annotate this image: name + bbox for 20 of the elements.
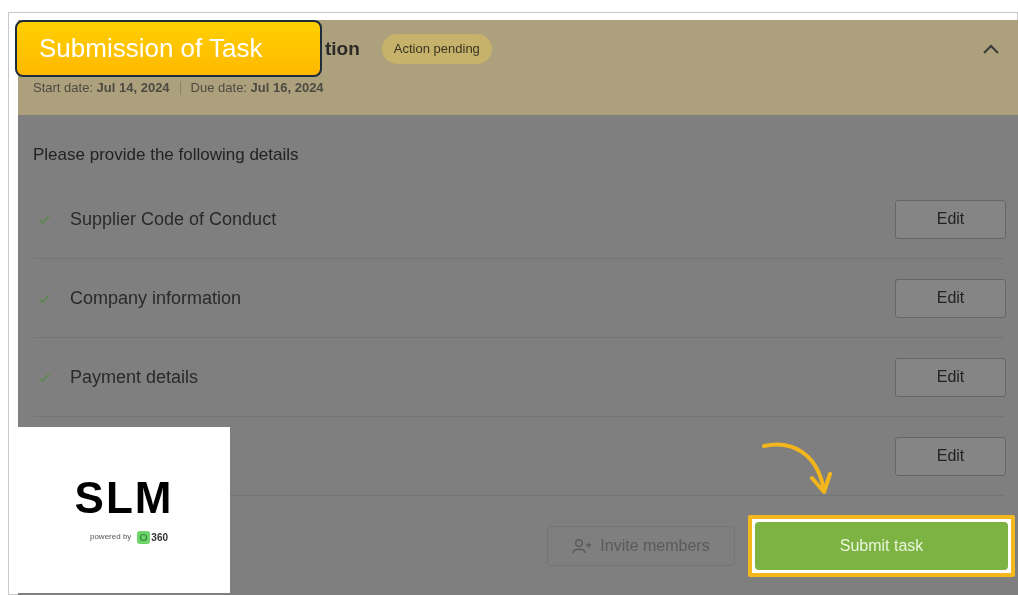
- due-date: Due date: Jul 16, 2024: [190, 79, 324, 97]
- edit-button[interactable]: Edit: [895, 436, 1006, 476]
- chevron-icon[interactable]: [982, 43, 1000, 55]
- partner-logo-icon: [137, 530, 151, 544]
- logo-wordmark: SLM: [74, 475, 174, 520]
- edit-button[interactable]: Edit: [895, 357, 1006, 397]
- edit-button[interactable]: Edit: [895, 199, 1006, 239]
- submit-task-button[interactable]: Submit task: [748, 515, 1015, 577]
- status-badge: Action pending: [381, 34, 492, 64]
- partner-name: 360: [151, 530, 168, 545]
- task-title: tion: [325, 36, 360, 61]
- section-label: Payment details: [70, 365, 199, 389]
- edit-button[interactable]: Edit: [895, 278, 1006, 318]
- section-label: Company information: [70, 286, 242, 310]
- section-label: Supplier Code of Conduct: [70, 207, 277, 231]
- prompt-text: Please provide the following details: [33, 144, 300, 166]
- callout-label: Submission of Task: [15, 20, 322, 77]
- logo-tagline: powered by: [89, 531, 132, 543]
- add-user-icon: [572, 538, 593, 554]
- start-date: Start date: Jul 14, 2024: [33, 79, 170, 97]
